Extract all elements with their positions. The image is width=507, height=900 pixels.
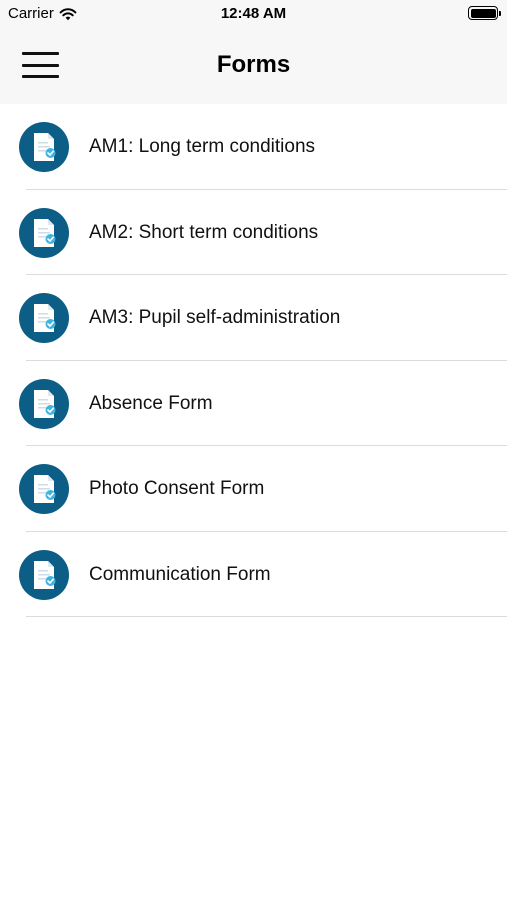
form-document-check-icon bbox=[19, 549, 69, 600]
form-item-label: Absence Form bbox=[89, 392, 213, 414]
list-item[interactable]: AM3: Pupil self-administration bbox=[0, 275, 507, 361]
form-document-check-icon bbox=[19, 293, 69, 343]
navigation-bar: Forms bbox=[0, 26, 507, 104]
form-item-label: AM3: Pupil self-administration bbox=[89, 307, 341, 328]
form-item-label: AM2: Short term conditions bbox=[89, 221, 319, 243]
battery-fill bbox=[470, 8, 496, 18]
list-item[interactable]: AM1: Long term conditions bbox=[0, 104, 507, 190]
list-item[interactable]: AM2: Short term conditions bbox=[0, 190, 507, 275]
form-item-label: Communication Form bbox=[89, 563, 271, 585]
form-item-label: AM1: Long term conditions bbox=[89, 136, 316, 157]
form-document-check-icon bbox=[19, 122, 69, 172]
form-item-label: Photo Consent Form bbox=[89, 478, 265, 499]
list-item[interactable]: Communication Form bbox=[0, 532, 507, 617]
forms-list: AM1: Long term conditions AM2: Short term… bbox=[0, 104, 507, 617]
form-document-check-icon bbox=[19, 464, 69, 514]
form-document-check-icon bbox=[19, 207, 69, 258]
page-title: Forms bbox=[216, 51, 291, 78]
status-time: 12:48 AM bbox=[220, 5, 287, 22]
list-item[interactable]: Absence Form bbox=[0, 361, 507, 446]
row-divider bbox=[26, 616, 507, 617]
list-item[interactable]: Photo Consent Form bbox=[0, 446, 507, 532]
form-document-check-icon bbox=[19, 378, 69, 429]
battery-icon bbox=[468, 6, 501, 20]
status-bar: Carrier 12:48 AM bbox=[0, 0, 507, 26]
